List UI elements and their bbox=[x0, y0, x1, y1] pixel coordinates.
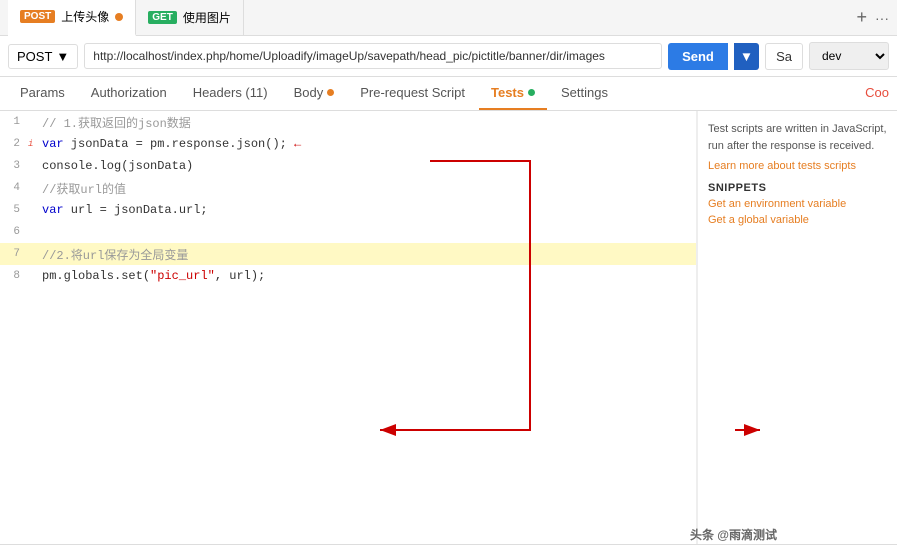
tab-method-get: GET bbox=[148, 11, 177, 24]
tab-headers-label: Headers (11) bbox=[193, 85, 268, 100]
code-text-1: // 1.获取返回的json数据 bbox=[42, 114, 692, 131]
send-button[interactable]: Send bbox=[668, 43, 728, 70]
tab-prerequest-label: Pre-request Script bbox=[360, 85, 465, 100]
method-chevron-icon: ▼ bbox=[56, 49, 69, 64]
tab-params[interactable]: Params bbox=[8, 77, 77, 110]
bottom-panel: Body Cookies (2) Headers (12) Test Resul… bbox=[0, 544, 897, 551]
tab-tests[interactable]: Tests bbox=[479, 77, 547, 110]
send-dropdown-button[interactable]: ▼ bbox=[734, 43, 759, 70]
bottom-tab-test-results[interactable]: Test Results bbox=[228, 545, 299, 551]
code-line-8: 8 pm.globals.set("pic_url", url); bbox=[0, 265, 696, 287]
bottom-tab-body[interactable]: Body bbox=[8, 545, 38, 551]
line-icon-2: i bbox=[28, 139, 42, 149]
save-button[interactable]: Sa bbox=[765, 43, 803, 70]
tab-settings-label: Settings bbox=[561, 85, 608, 100]
line-number-4: 4 bbox=[4, 182, 28, 194]
method-value: POST bbox=[17, 49, 52, 64]
bottom-tabs-bar: Body Cookies (2) Headers (12) Test Resul… bbox=[0, 545, 897, 551]
editor-sidebar: Test scripts are written in JavaScript, … bbox=[697, 111, 897, 544]
tab-label-upload: 上传头像 bbox=[61, 8, 109, 25]
tab-method-post: POST bbox=[20, 10, 55, 23]
more-tabs-button[interactable]: ··· bbox=[875, 10, 889, 26]
tab-headers[interactable]: Headers (11) bbox=[181, 77, 280, 110]
line-number-6: 6 bbox=[4, 226, 28, 238]
line-number-5: 5 bbox=[4, 204, 28, 216]
code-text-4: //获取url的值 bbox=[42, 180, 692, 197]
code-text-3: console.log(jsonData) bbox=[42, 159, 692, 173]
snippets-label: SNIPPETS bbox=[708, 182, 887, 194]
snippets-section: SNIPPETS Get an environment variable Get… bbox=[708, 182, 887, 226]
tab-dot-upload bbox=[115, 13, 123, 21]
environment-select[interactable]: dev bbox=[809, 42, 889, 70]
code-text-7: //2.将url保存为全局变量 bbox=[42, 246, 692, 263]
code-text-5: var url = jsonData.url; bbox=[42, 203, 692, 217]
code-line-3: 3 console.log(jsonData) bbox=[0, 155, 696, 177]
code-line-2: 2 i var jsonData = pm.response.json(); ← bbox=[0, 133, 696, 155]
tab-settings[interactable]: Settings bbox=[549, 77, 620, 110]
tab-authorization[interactable]: Authorization bbox=[79, 77, 179, 110]
sidebar-description: Test scripts are written in JavaScript, … bbox=[708, 121, 887, 154]
snippet-env-variable[interactable]: Get an environment variable bbox=[708, 198, 887, 210]
body-dot-icon bbox=[327, 89, 334, 96]
code-line-4: 4 //获取url的值 bbox=[0, 177, 696, 199]
line-number-2: 2 bbox=[4, 138, 28, 150]
tab-authorization-label: Authorization bbox=[91, 85, 167, 100]
app-container: POST 上传头像 GET 使用图片 + ··· POST ▼ Send ▼ S… bbox=[0, 0, 897, 551]
tab-body-label: Body bbox=[294, 85, 324, 100]
tab-tests-label: Tests bbox=[491, 85, 524, 100]
code-line-1: 1 // 1.获取返回的json数据 bbox=[0, 111, 696, 133]
tab-actions: + ··· bbox=[856, 7, 889, 28]
tab-body[interactable]: Body bbox=[282, 77, 347, 110]
code-text-2: var jsonData = pm.response.json(); ← bbox=[42, 137, 692, 151]
tab-prerequest[interactable]: Pre-request Script bbox=[348, 77, 477, 110]
tests-dot-icon bbox=[528, 89, 535, 96]
bottom-tab-headers[interactable]: Headers (12) bbox=[136, 545, 212, 551]
main-content: 1 // 1.获取返回的json数据 2 i var jsonData = pm… bbox=[0, 111, 897, 544]
url-bar: POST ▼ Send ▼ Sa dev bbox=[0, 36, 897, 77]
tab-image[interactable]: GET 使用图片 bbox=[136, 0, 244, 36]
code-line-5: 5 var url = jsonData.url; bbox=[0, 199, 696, 221]
method-dropdown[interactable]: POST ▼ bbox=[8, 44, 78, 69]
tab-bar: POST 上传头像 GET 使用图片 + ··· bbox=[0, 0, 897, 36]
nav-tabs: Params Authorization Headers (11) Body P… bbox=[0, 77, 897, 111]
code-editor[interactable]: 1 // 1.获取返回的json数据 2 i var jsonData = pm… bbox=[0, 111, 697, 544]
tab-label-image: 使用图片 bbox=[183, 9, 231, 26]
watermark: 头条 @雨滴测试 bbox=[690, 526, 777, 543]
new-tab-button[interactable]: + bbox=[856, 7, 867, 28]
bottom-tab-cookies[interactable]: Cookies (2) bbox=[54, 545, 120, 551]
snippet-global-variable[interactable]: Get a global variable bbox=[708, 214, 887, 226]
code-text-8: pm.globals.set("pic_url", url); bbox=[42, 269, 692, 283]
code-line-6: 6 bbox=[0, 221, 696, 243]
line-number-8: 8 bbox=[4, 270, 28, 282]
line-number-1: 1 bbox=[4, 116, 28, 128]
tab-params-label: Params bbox=[20, 85, 65, 100]
tab-upload[interactable]: POST 上传头像 bbox=[8, 0, 136, 36]
line-number-7: 7 bbox=[4, 248, 28, 260]
cookies-link[interactable]: Coo bbox=[865, 77, 889, 110]
learn-more-link[interactable]: Learn more about tests scripts bbox=[708, 160, 887, 172]
url-input[interactable] bbox=[84, 43, 662, 69]
code-line-7: 7 //2.将url保存为全局变量 bbox=[0, 243, 696, 265]
line-number-3: 3 bbox=[4, 160, 28, 172]
